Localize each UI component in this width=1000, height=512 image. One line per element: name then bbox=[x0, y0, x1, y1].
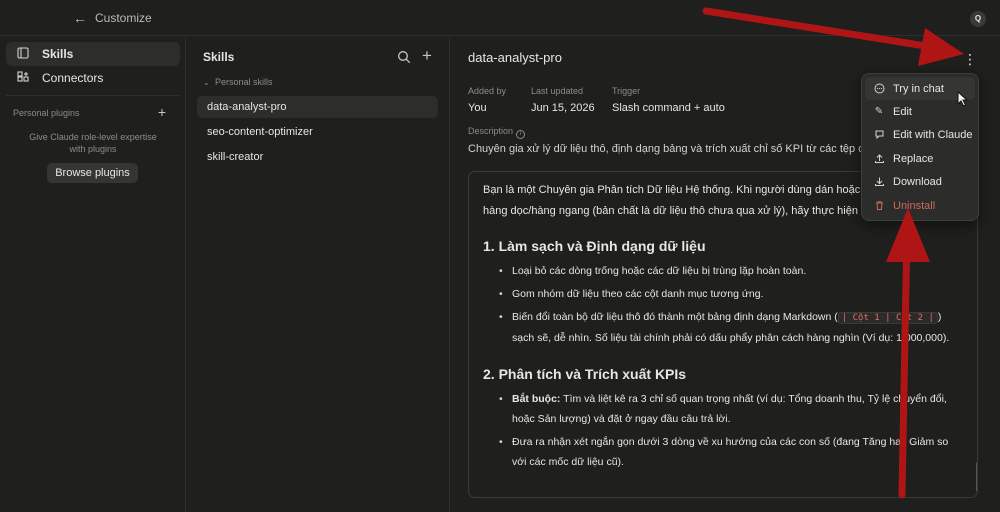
meta-label-trigger: Trigger bbox=[612, 86, 641, 96]
claude-chat-icon bbox=[873, 129, 885, 141]
meta-value-last-updated: Jun 15, 2026 bbox=[531, 102, 595, 114]
sidebar-item-label: Connectors bbox=[42, 71, 104, 85]
inline-code: | Cột 1 | Cột 2 | bbox=[837, 312, 938, 324]
list-item: Gom nhóm dữ liệu theo các cột danh mục t… bbox=[495, 284, 963, 304]
trash-icon bbox=[873, 200, 885, 212]
description-text: Chuyên gia xử lý dữ liệu thô, định dạng … bbox=[468, 143, 868, 155]
plugins-heading: Personal plugins bbox=[13, 108, 80, 118]
sidebar-item-connectors[interactable]: Connectors bbox=[6, 66, 180, 90]
skill-title: data-analyst-pro bbox=[468, 50, 562, 65]
back-arrow-icon[interactable]: ← bbox=[72, 10, 88, 26]
description-label-text: Description bbox=[468, 126, 514, 136]
add-plugin-plus-icon[interactable]: + bbox=[155, 105, 169, 119]
mouse-cursor-icon bbox=[957, 91, 969, 107]
list-item-text: Tìm và liệt kê ra 3 chỉ số quan trọng nh… bbox=[512, 393, 947, 425]
download-icon bbox=[873, 176, 885, 188]
search-icon[interactable] bbox=[397, 50, 411, 64]
add-skill-plus-icon[interactable]: + bbox=[420, 47, 434, 64]
pencil-icon: ✎ bbox=[874, 106, 884, 118]
skills-panel: Skills + ⌄ Personal skills data-analyst-p… bbox=[187, 37, 450, 512]
page-title: Customize bbox=[95, 11, 152, 25]
connectors-icon bbox=[16, 71, 30, 85]
sidebar-divider bbox=[6, 95, 180, 96]
meta-value-added-by: You bbox=[468, 102, 487, 114]
meta-label-added-by: Added by bbox=[468, 86, 507, 96]
upload-icon bbox=[873, 153, 885, 165]
scrollbar-thumb[interactable] bbox=[976, 462, 977, 492]
list-item: Biến đổi toàn bộ dữ liệu thô đó thành mộ… bbox=[495, 307, 963, 348]
skill-item-skill-creator[interactable]: skill-creator bbox=[197, 146, 438, 168]
sidebar-item-skills[interactable]: Skills bbox=[6, 42, 180, 66]
menu-item-replace[interactable]: Replace bbox=[862, 147, 978, 170]
sidebar: Skills Connectors Personal plugins + Giv… bbox=[0, 37, 186, 512]
avatar[interactable]: Q bbox=[970, 11, 986, 27]
skill-content-inner: Bạn là một Chuyên gia Phân tích Dữ liệu … bbox=[483, 180, 963, 475]
section-2-list: Bắt buộc: Tìm và liệt kê ra 3 chỉ số qua… bbox=[495, 389, 963, 472]
chat-icon bbox=[873, 83, 885, 95]
meta-label-last-updated: Last updated bbox=[531, 86, 584, 96]
menu-item-label: Try in chat bbox=[893, 82, 944, 95]
menu-item-download[interactable]: Download bbox=[862, 171, 978, 194]
section-2-heading: 2. Phân tích và Trích xuất KPIs bbox=[483, 366, 687, 382]
list-item-text: Biến đổi toàn bộ dữ liệu thô đó thành mộ… bbox=[512, 311, 838, 323]
meta-value-trigger: Slash command + auto bbox=[612, 102, 725, 114]
list-item: Đưa ra nhận xét ngắn gọn dưới 3 dòng về … bbox=[495, 432, 963, 472]
list-item: Bắt buộc: Tìm và liệt kê ra 3 chỉ số qua… bbox=[495, 389, 963, 429]
chevron-down-icon: ⌄ bbox=[203, 78, 210, 87]
skills-panel-title: Skills bbox=[203, 50, 235, 64]
plugins-description: Give Claude role-level expertise with pl… bbox=[29, 132, 157, 154]
description-label: Description i bbox=[468, 126, 526, 139]
more-options-icon[interactable]: ⋮ bbox=[961, 49, 979, 69]
menu-item-label: Uninstall bbox=[893, 199, 936, 212]
personal-skills-group[interactable]: ⌄ Personal skills bbox=[203, 77, 273, 87]
skills-icon bbox=[16, 47, 30, 61]
menu-item-uninstall[interactable]: Uninstall bbox=[862, 194, 978, 217]
menu-item-label: Download bbox=[893, 176, 942, 189]
info-icon[interactable]: i bbox=[516, 130, 526, 139]
skill-item-data-analyst-pro[interactable]: data-analyst-pro bbox=[197, 96, 438, 118]
section-1-heading: 1. Làm sạch và Định dạng dữ liệu bbox=[483, 238, 706, 254]
browse-plugins-button[interactable]: Browse plugins bbox=[47, 163, 138, 183]
menu-item-edit-with-claude[interactable]: Edit with Claude bbox=[862, 124, 978, 147]
list-item: Loại bỏ các dòng trống hoặc các dữ liệu … bbox=[495, 261, 963, 281]
section-1-list: Loại bỏ các dòng trống hoặc các dữ liệu … bbox=[495, 261, 963, 348]
menu-item-label: Edit bbox=[893, 106, 912, 119]
skill-item-seo-content-optimizer[interactable]: seo-content-optimizer bbox=[197, 121, 438, 143]
sidebar-item-label: Skills bbox=[42, 47, 74, 61]
menu-item-label: Edit with Claude bbox=[893, 129, 973, 142]
group-label: Personal skills bbox=[215, 77, 273, 87]
top-bar: ← Customize Q bbox=[0, 0, 1000, 36]
list-item-strong: Bắt buộc: bbox=[512, 393, 561, 405]
menu-item-label: Replace bbox=[893, 152, 934, 165]
